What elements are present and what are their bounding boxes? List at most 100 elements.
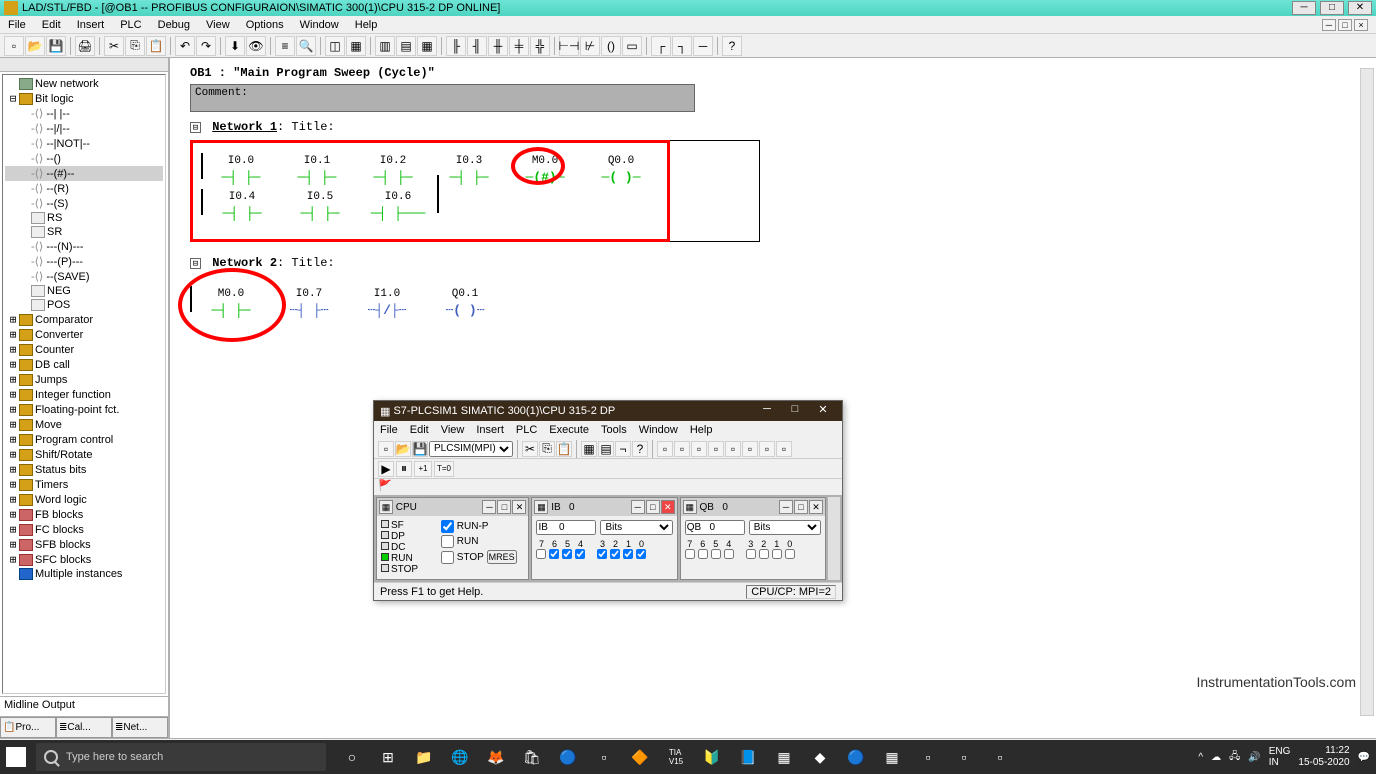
collapse-icon[interactable]: ⊟ (190, 258, 201, 269)
ib-bit-3[interactable] (597, 549, 607, 559)
tree-jumps[interactable]: Jumps (35, 374, 67, 386)
tray-network-icon[interactable]: 🖧 (1229, 749, 1240, 766)
ib-panel[interactable]: ▦ IB 0 ─ □ ✕ Bits 7 6 5 4 3 (531, 497, 677, 580)
plcsim-t-icon[interactable]: ▫ (708, 441, 724, 457)
tree-set[interactable]: --(S) (46, 198, 68, 210)
print-icon[interactable]: 🖨 (75, 36, 95, 56)
run-checkbox[interactable] (441, 535, 454, 548)
tab-call[interactable]: ≣Cal... (56, 717, 112, 738)
plcsim-plus1-button[interactable]: +1 (414, 461, 432, 477)
branch-close-icon[interactable]: ┐ (672, 36, 692, 56)
plcsim-menu-plc[interactable]: PLC (516, 424, 537, 436)
contact-nc-icon[interactable]: ⊬ (580, 36, 600, 56)
plcsim-qb-icon[interactable]: ▫ (674, 441, 690, 457)
plcsim-open-icon[interactable]: 📂 (395, 441, 411, 457)
qb-bit-1[interactable] (772, 549, 782, 559)
plcsim-interface-select[interactable]: PLCSIM(MPI) (429, 441, 513, 457)
tree-new-network[interactable]: New network (35, 78, 99, 90)
tree-integer[interactable]: Integer function (35, 389, 111, 401)
plcsim-paste-icon[interactable]: 📋 (556, 441, 572, 457)
teamviewer-icon[interactable]: 🔵 (840, 743, 872, 771)
view2-icon[interactable]: ▤ (396, 36, 416, 56)
qb-bit-2[interactable] (759, 549, 769, 559)
cortana-icon[interactable]: ○ (336, 743, 368, 771)
menu-file[interactable]: File (8, 19, 26, 31)
plcsim-menu-execute[interactable]: Execute (549, 424, 589, 436)
explorer-icon[interactable]: 📁 (408, 743, 440, 771)
mres-button[interactable]: MRES (487, 550, 517, 564)
tray-clock[interactable]: 11:22 15-05-2020 (1298, 745, 1349, 769)
menu-edit[interactable]: Edit (42, 19, 61, 31)
tree-neg[interactable]: NEG (47, 285, 71, 297)
qb-bit-4[interactable] (724, 549, 734, 559)
plcsim-stack-icon[interactable]: ▫ (759, 441, 775, 457)
tree-fb[interactable]: FB blocks (35, 509, 83, 521)
tree-not[interactable]: --|NOT|-- (46, 138, 90, 150)
tree-sr[interactable]: SR (47, 226, 62, 238)
tray-lang[interactable]: ENGIN (1269, 746, 1291, 768)
instruction-tree[interactable]: New network ⊟Bit logic -⟨⟩ --| |-- -⟨⟩ -… (2, 74, 166, 694)
ib-bit-5[interactable] (562, 549, 572, 559)
tree-nc-contact[interactable]: --|/|-- (46, 123, 69, 135)
qb-bit-7[interactable] (685, 549, 695, 559)
tree-comparator[interactable]: Comparator (35, 314, 93, 326)
mdi-close-button[interactable]: × (1354, 19, 1368, 31)
editor-content[interactable]: OB1 : "Main Program Sweep (Cycle)" Comme… (170, 58, 1376, 738)
plcsim-menu-help[interactable]: Help (690, 424, 713, 436)
ib-format-select[interactable]: Bits (600, 520, 672, 535)
view3-icon[interactable]: ▦ (417, 36, 437, 56)
store-icon[interactable]: 🛍 (516, 743, 548, 771)
ib-bit-1[interactable] (623, 549, 633, 559)
menu-options[interactable]: Options (246, 19, 284, 31)
start-button[interactable] (6, 747, 26, 767)
plcsim-menu-insert[interactable]: Insert (476, 424, 504, 436)
coil-icon[interactable]: () (601, 36, 621, 56)
tray-up-icon[interactable]: ^ (1198, 752, 1203, 763)
rung3-icon[interactable]: ╫ (488, 36, 508, 56)
ib-address-input[interactable] (536, 520, 596, 535)
tray-volume-icon[interactable]: 🔊 (1248, 752, 1260, 763)
maximize-button[interactable]: □ (1320, 1, 1344, 15)
tab-network[interactable]: ≣Net... (112, 717, 168, 738)
monitor-icon[interactable]: 👁 (246, 36, 266, 56)
tree-midline[interactable]: --(#)-- (46, 168, 74, 180)
help-icon[interactable]: ? (722, 36, 742, 56)
tree-n[interactable]: ---(N)--- (46, 241, 83, 253)
tree-multi[interactable]: Multiple instances (35, 568, 122, 580)
tree-move[interactable]: Move (35, 419, 62, 431)
plcsim-menu-window[interactable]: Window (639, 424, 678, 436)
tree-bit-logic[interactable]: Bit logic (35, 93, 74, 105)
tree-status[interactable]: Status bits (35, 464, 86, 476)
plcsim-menu-view[interactable]: View (441, 424, 465, 436)
tree-save[interactable]: --(SAVE) (46, 271, 89, 283)
runp-checkbox[interactable] (441, 520, 454, 533)
ib-bit-0[interactable] (636, 549, 646, 559)
word-icon[interactable]: 📘 (732, 743, 764, 771)
panel-close-button[interactable]: ✕ (809, 500, 823, 514)
tia-icon[interactable]: TIAV15 (660, 743, 692, 771)
plcsim-var-icon[interactable]: ▫ (742, 441, 758, 457)
plcsim-pause-icon[interactable]: ⏸ (396, 461, 412, 477)
plcsim-menu-tools[interactable]: Tools (601, 424, 627, 436)
tree-shift[interactable]: Shift/Rotate (35, 449, 92, 461)
menu-plc[interactable]: PLC (120, 19, 141, 31)
app6-icon[interactable]: ▫ (912, 743, 944, 771)
network-1-ladder[interactable]: I0.0 ─┤ ├─ I0.1 ─┤ ├─ I0.2 ─┤ ├─ I0.3 ─┤… (190, 140, 670, 242)
app4-icon[interactable]: ◆ (804, 743, 836, 771)
qb-bit-5[interactable] (711, 549, 721, 559)
connect-icon[interactable]: ─ (693, 36, 713, 56)
ib-bit-6[interactable] (549, 549, 559, 559)
comment-box[interactable]: Comment: (190, 84, 695, 112)
cpu-panel[interactable]: ▦ CPU ─ □ ✕ SF DP DC RUN STOP (376, 497, 529, 580)
new-icon[interactable]: ▫ (4, 36, 24, 56)
box-icon[interactable]: ▭ (622, 36, 642, 56)
undo-icon[interactable]: ↶ (175, 36, 195, 56)
mdi-minimize-button[interactable]: ─ (1322, 19, 1336, 31)
download-icon[interactable]: ⬇ (225, 36, 245, 56)
tree-counter[interactable]: Counter (35, 344, 74, 356)
menu-insert[interactable]: Insert (77, 19, 105, 31)
find-icon[interactable]: 🔍 (296, 36, 316, 56)
panel-restore-button[interactable]: □ (497, 500, 511, 514)
plcsim-save-icon[interactable]: 💾 (412, 441, 428, 457)
save-icon[interactable]: 💾 (46, 36, 66, 56)
